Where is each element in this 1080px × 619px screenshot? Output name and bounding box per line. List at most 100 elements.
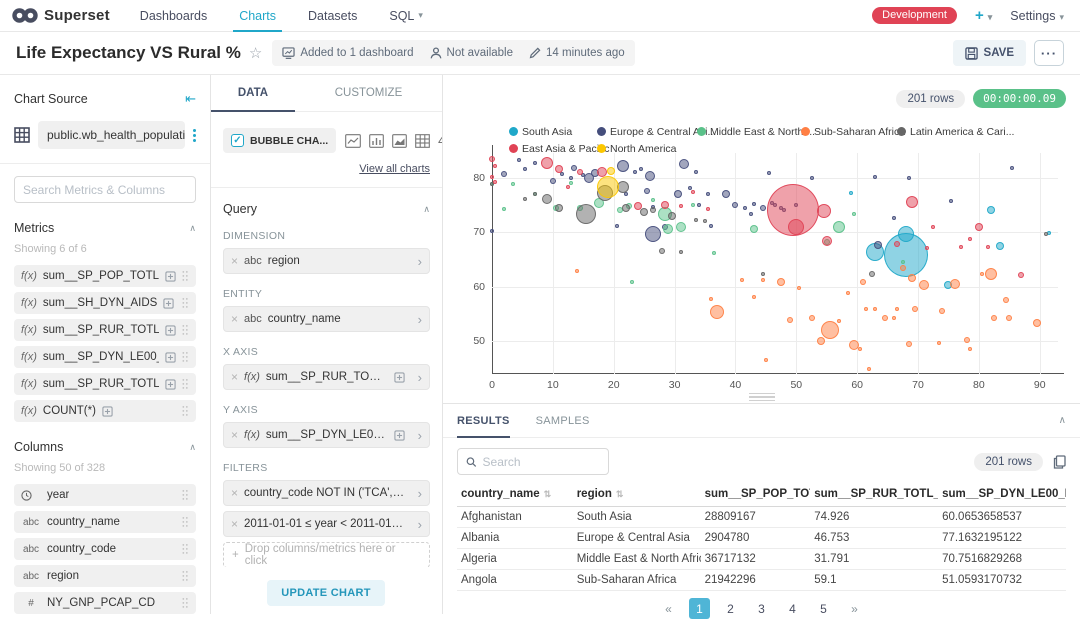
- bubble-sub-saharan-africa[interactable]: [892, 316, 896, 320]
- bubble-latin-america-caribbean[interactable]: [650, 207, 656, 213]
- drag-handle-icon[interactable]: ●●●●●●: [182, 297, 189, 309]
- control-pill[interactable]: ×country_code NOT IN ('TCA', 'MNP', 'D..…: [223, 480, 430, 506]
- legend-item[interactable]: Middle East & North ...: [697, 123, 793, 140]
- column-header-country_name[interactable]: country_name⇅: [457, 485, 573, 507]
- bubble-middle-east-north-africa[interactable]: [676, 222, 686, 232]
- bubble-europe-central-asia[interactable]: [569, 176, 573, 180]
- tab-samples[interactable]: SAMPLES: [536, 404, 590, 437]
- viz-type-bubble-chart[interactable]: ✓ BUBBLE CHA...: [223, 128, 336, 153]
- bubble-middle-east-north-africa[interactable]: [901, 260, 905, 264]
- bubble-latin-america-caribbean[interactable]: [668, 212, 676, 220]
- column-item[interactable]: abccountry_code●●●●●●: [14, 538, 196, 560]
- column-header-sum__SP_POP_TOTL[interactable]: sum__SP_POP_TOTL⇅: [701, 485, 811, 507]
- tab-customize[interactable]: CUSTOMIZE: [295, 75, 442, 111]
- drag-handle-icon[interactable]: ●●●●●●: [182, 378, 189, 390]
- bubble-latin-america-caribbean[interactable]: [679, 250, 683, 254]
- bubble-east-asia-pacific[interactable]: [493, 180, 497, 184]
- bubble-europe-central-asia[interactable]: [749, 212, 753, 216]
- bubble-latin-america-caribbean[interactable]: [659, 248, 665, 254]
- bubble-europe-central-asia[interactable]: [697, 203, 701, 207]
- bubble-middle-east-north-africa[interactable]: [630, 280, 634, 284]
- bubble-north-america[interactable]: [597, 176, 619, 198]
- bubble-east-asia-pacific[interactable]: [555, 165, 563, 173]
- bubble-sub-saharan-africa[interactable]: [761, 278, 765, 282]
- tab-results[interactable]: RESULTS: [457, 404, 510, 437]
- bubble-europe-central-asia[interactable]: [949, 199, 953, 203]
- metrics-columns-search[interactable]: [14, 176, 196, 203]
- bubble-east-asia-pacific[interactable]: [906, 196, 918, 208]
- favorite-star-icon[interactable]: ☆: [249, 44, 262, 62]
- bubble-europe-central-asia[interactable]: [722, 190, 730, 198]
- bubble-sub-saharan-africa[interactable]: [777, 278, 785, 286]
- bubble-latin-america-caribbean[interactable]: [694, 218, 698, 222]
- bubble-sub-saharan-africa[interactable]: [740, 278, 744, 282]
- drag-handle-icon[interactable]: ●●●●●●: [182, 405, 189, 417]
- control-pill[interactable]: ×2011-01-01 ≤ year < 2011-01-02›: [223, 511, 430, 537]
- bubble-europe-central-asia[interactable]: [617, 160, 629, 172]
- bubble-sub-saharan-africa[interactable]: [867, 367, 871, 371]
- bubble-east-asia-pacific[interactable]: [490, 175, 494, 179]
- bubble-sub-saharan-africa[interactable]: [937, 341, 941, 345]
- bubble-east-asia-pacific[interactable]: [959, 245, 963, 249]
- bubble-latin-america-caribbean[interactable]: [622, 204, 630, 212]
- column-item[interactable]: year●●●●●●: [14, 484, 196, 506]
- bubble-sub-saharan-africa[interactable]: [980, 272, 984, 276]
- control-pill[interactable]: ×f(x)sum__SP_RUR_TOTL_ZS›: [223, 364, 430, 390]
- bubble-middle-east-north-africa[interactable]: [502, 207, 506, 211]
- metric-item[interactable]: f(x)COUNT(*)●●●●●●: [14, 400, 196, 422]
- bubble-east-asia-pacific[interactable]: [975, 223, 983, 231]
- drag-handle-icon[interactable]: ●●●●●●: [182, 543, 189, 555]
- legend-item[interactable]: Europe & Central Asi...: [597, 123, 689, 140]
- drag-handle-icon[interactable]: ●●●●●●: [182, 270, 189, 282]
- line-chart-icon[interactable]: [345, 134, 361, 148]
- bubble-east-asia-pacific[interactable]: [577, 169, 583, 175]
- bubble-sub-saharan-africa[interactable]: [752, 295, 756, 299]
- chevron-right-icon[interactable]: ›: [411, 254, 429, 269]
- tab-data[interactable]: DATA: [211, 75, 295, 111]
- sort-icon[interactable]: ⇅: [616, 489, 624, 499]
- bubble-sub-saharan-africa[interactable]: [860, 279, 866, 285]
- metric-item[interactable]: f(x)sum__SP_RUR_TOTL_ZS●●●●●●: [14, 319, 196, 341]
- chevron-up-icon[interactable]: ∧: [189, 223, 196, 234]
- bubble-europe-central-asia[interactable]: [645, 226, 661, 242]
- bubble-europe-central-asia[interactable]: [679, 159, 689, 169]
- bubble-sub-saharan-africa[interactable]: [710, 305, 724, 319]
- remove-icon[interactable]: ×: [231, 370, 238, 384]
- column-item[interactable]: abccountry_name●●●●●●: [14, 511, 196, 533]
- bubble-sub-saharan-africa[interactable]: [882, 315, 888, 321]
- bubble-latin-america-caribbean[interactable]: [555, 204, 563, 212]
- bubble-europe-central-asia[interactable]: [732, 202, 738, 208]
- bubble-europe-central-asia[interactable]: [907, 176, 911, 180]
- bubble-sub-saharan-africa[interactable]: [895, 307, 899, 311]
- bubble-sub-saharan-africa[interactable]: [787, 317, 793, 323]
- bubble-europe-central-asia[interactable]: [550, 178, 556, 184]
- drag-handle-icon[interactable]: ●●●●●●: [182, 489, 189, 501]
- bubble-latin-america-caribbean[interactable]: [703, 219, 707, 223]
- bubble-europe-central-asia[interactable]: [767, 171, 771, 175]
- pagination-prev[interactable]: «: [658, 598, 679, 619]
- pagination-page-3[interactable]: 3: [751, 598, 772, 619]
- bubble-europe-central-asia[interactable]: [517, 158, 521, 162]
- results-search[interactable]: [457, 448, 609, 475]
- bubble-sub-saharan-africa[interactable]: [858, 347, 862, 351]
- bubble-europe-central-asia[interactable]: [694, 170, 698, 174]
- bubble-latin-america-caribbean[interactable]: [576, 204, 596, 224]
- bubble-europe-central-asia[interactable]: [706, 192, 710, 196]
- remove-icon[interactable]: ×: [231, 312, 238, 326]
- bubble-middle-east-north-africa[interactable]: [511, 182, 515, 186]
- dataset-name[interactable]: public.wb_health_population: [38, 121, 185, 149]
- bubble-east-asia-pacific[interactable]: [706, 207, 710, 211]
- drag-handle-icon[interactable]: ●●●●●●: [182, 570, 189, 582]
- pagination-page-2[interactable]: 2: [720, 598, 741, 619]
- column-item[interactable]: #NY_GNP_PCAP_CD●●●●●●: [14, 592, 196, 614]
- new-item-button[interactable]: +▾: [975, 7, 992, 24]
- bubble-europe-central-asia[interactable]: [633, 170, 637, 174]
- column-header-sum__SP_RUR_TOTL_ZS[interactable]: sum__SP_RUR_TOTL_ZS⇅: [810, 485, 938, 507]
- chevron-right-icon[interactable]: ›: [411, 428, 429, 443]
- metric-item[interactable]: f(x)sum__SP_RUR_TOTL●●●●●●: [14, 373, 196, 395]
- drag-handle-icon[interactable]: ●●●●●●: [182, 351, 189, 363]
- chevron-up-icon[interactable]: ∧: [189, 442, 196, 453]
- column-item[interactable]: abcregion●●●●●●: [14, 565, 196, 587]
- metric-item[interactable]: f(x)sum__SP_DYN_LE00_IN●●●●●●: [14, 346, 196, 368]
- superset-logo[interactable]: Superset: [0, 7, 124, 24]
